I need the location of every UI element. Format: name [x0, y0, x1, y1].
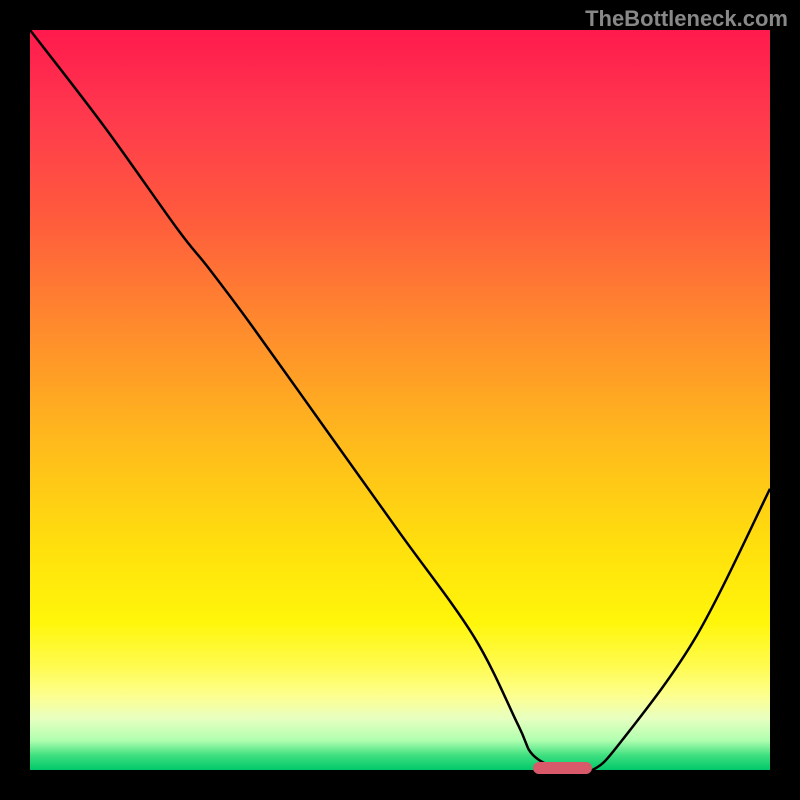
watermark-text: TheBottleneck.com [585, 6, 788, 32]
bottleneck-curve [30, 30, 770, 770]
optimal-range-marker [533, 762, 592, 774]
chart-frame: TheBottleneck.com [0, 0, 800, 800]
plot-area [30, 30, 770, 770]
